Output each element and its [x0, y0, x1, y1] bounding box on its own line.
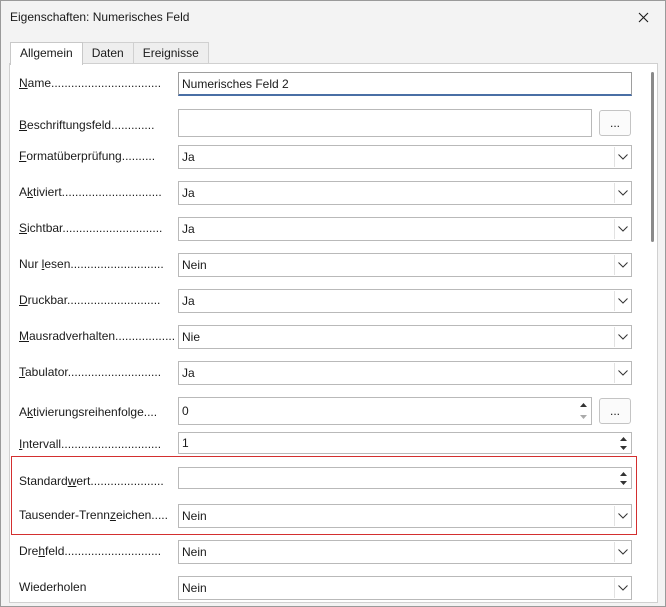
spinner-buttons[interactable]	[616, 469, 630, 487]
mausradverhalten-select[interactable]: Nie	[178, 325, 632, 349]
row-beschriftungsfeld: Beschriftungsfeld............. ...	[10, 109, 640, 137]
name-label: Name.................................	[19, 76, 162, 90]
row-drehfeld: Drehfeld............................. Ne…	[10, 540, 640, 564]
nur-lesen-select[interactable]: Nein	[178, 253, 632, 277]
aktivierungsreihenfolge-button[interactable]: ...	[599, 398, 631, 424]
chevron-down-icon[interactable]	[614, 578, 630, 598]
aktiviert-select[interactable]: Ja	[178, 181, 632, 205]
intervall-spinner[interactable]: 1	[178, 432, 632, 454]
tab-daten[interactable]: Daten	[81, 42, 134, 64]
aktivierungsreihenfolge-label: Aktivierungsreihenfolge....	[19, 405, 158, 419]
row-wiederholen: Wiederholen Nein	[10, 576, 640, 600]
aktivierungsreihenfolge-spinner[interactable]: 0	[178, 397, 592, 425]
scroll-thumb[interactable]	[651, 72, 654, 242]
spin-down-icon[interactable]	[616, 443, 630, 452]
tabulator-select[interactable]: Ja	[178, 361, 632, 385]
close-icon	[638, 12, 648, 22]
tabulator-label: Tabulator............................	[19, 365, 162, 379]
mausradverhalten-label: Mausradverhalten..................	[19, 329, 176, 343]
tausender-trennzeichen-select[interactable]: Nein	[178, 504, 632, 528]
close-button[interactable]	[629, 5, 657, 29]
spin-up-icon[interactable]	[616, 469, 630, 478]
druckbar-label: Druckbar............................	[19, 293, 161, 307]
wiederholen-label: Wiederholen	[19, 580, 87, 594]
tab-allgemein[interactable]: Allgemein	[10, 42, 83, 65]
spin-down-icon[interactable]	[616, 478, 630, 487]
window-title: Eigenschaften: Numerisches Feld	[10, 10, 190, 24]
sichtbar-select[interactable]: Ja	[178, 217, 632, 241]
row-intervall: Intervall.............................. …	[10, 432, 640, 456]
row-mausradverhalten: Mausradverhalten.................. Nie	[10, 325, 640, 349]
title-bar: Eigenschaften: Numerisches Feld	[1, 1, 665, 33]
beschriftungsfeld-label: Beschriftungsfeld.............	[19, 118, 155, 132]
row-standardwert: Standardwert......................	[10, 467, 640, 491]
row-druckbar: Druckbar............................ Ja	[10, 289, 640, 313]
spin-down-icon[interactable]	[576, 411, 590, 423]
spin-up-icon[interactable]	[576, 399, 590, 411]
drehfeld-select[interactable]: Nein	[178, 540, 632, 564]
beschriftungsfeld-browse-button[interactable]: ...	[599, 110, 631, 136]
standardwert-spinner[interactable]	[178, 467, 632, 489]
nur-lesen-label: Nur lesen............................	[19, 257, 164, 271]
name-input[interactable]: Numerisches Feld 2	[178, 72, 632, 96]
row-name: Name................................. Nu…	[10, 72, 640, 96]
beschriftungsfeld-input[interactable]	[178, 109, 592, 137]
standardwert-label: Standardwert......................	[19, 474, 164, 488]
row-tausender-trennzeichen: Tausender-Trennzeichen..... Nein	[10, 504, 640, 528]
general-panel: Name................................. Nu…	[9, 63, 658, 603]
properties-dialog: Eigenschaften: Numerisches Feld Allgemei…	[0, 0, 666, 607]
row-formatueberpruefung: Formatüberprüfung.......... Ja	[10, 145, 640, 169]
chevron-down-icon[interactable]	[614, 542, 630, 562]
aktiviert-label: Aktiviert..............................	[19, 185, 162, 199]
tab-ereignisse[interactable]: Ereignisse	[132, 42, 209, 64]
intervall-label: Intervall..............................	[19, 437, 162, 451]
wiederholen-select[interactable]: Nein	[178, 576, 632, 600]
row-sichtbar: Sichtbar.............................. J…	[10, 217, 640, 241]
chevron-down-icon[interactable]	[614, 291, 630, 311]
chevron-down-icon[interactable]	[614, 183, 630, 203]
chevron-down-icon[interactable]	[614, 363, 630, 383]
formatueberpruefung-select[interactable]: Ja	[178, 145, 632, 169]
spin-up-icon[interactable]	[616, 434, 630, 443]
chevron-down-icon[interactable]	[614, 506, 630, 526]
chevron-down-icon[interactable]	[614, 327, 630, 347]
chevron-down-icon[interactable]	[614, 255, 630, 275]
druckbar-select[interactable]: Ja	[178, 289, 632, 313]
sichtbar-label: Sichtbar..............................	[19, 221, 163, 235]
spinner-buttons[interactable]	[616, 434, 630, 452]
chevron-down-icon[interactable]	[614, 219, 630, 239]
drehfeld-label: Drehfeld.............................	[19, 544, 162, 558]
tausender-trennzeichen-label: Tausender-Trennzeichen.....	[19, 508, 168, 522]
formatueberpruefung-label: Formatüberprüfung..........	[19, 149, 156, 163]
vertical-scrollbar[interactable]	[651, 72, 655, 512]
row-tabulator: Tabulator............................ Ja	[10, 361, 640, 385]
spinner-buttons[interactable]	[576, 399, 590, 423]
row-aktiviert: Aktiviert.............................. …	[10, 181, 640, 205]
chevron-down-icon[interactable]	[614, 147, 630, 167]
row-aktivierungsreihenfolge: Aktivierungsreihenfolge.... 0 ...	[10, 397, 640, 425]
row-nur-lesen: Nur lesen............................ Ne…	[10, 253, 640, 277]
tab-bar: Allgemein Daten Ereignisse	[10, 42, 209, 65]
